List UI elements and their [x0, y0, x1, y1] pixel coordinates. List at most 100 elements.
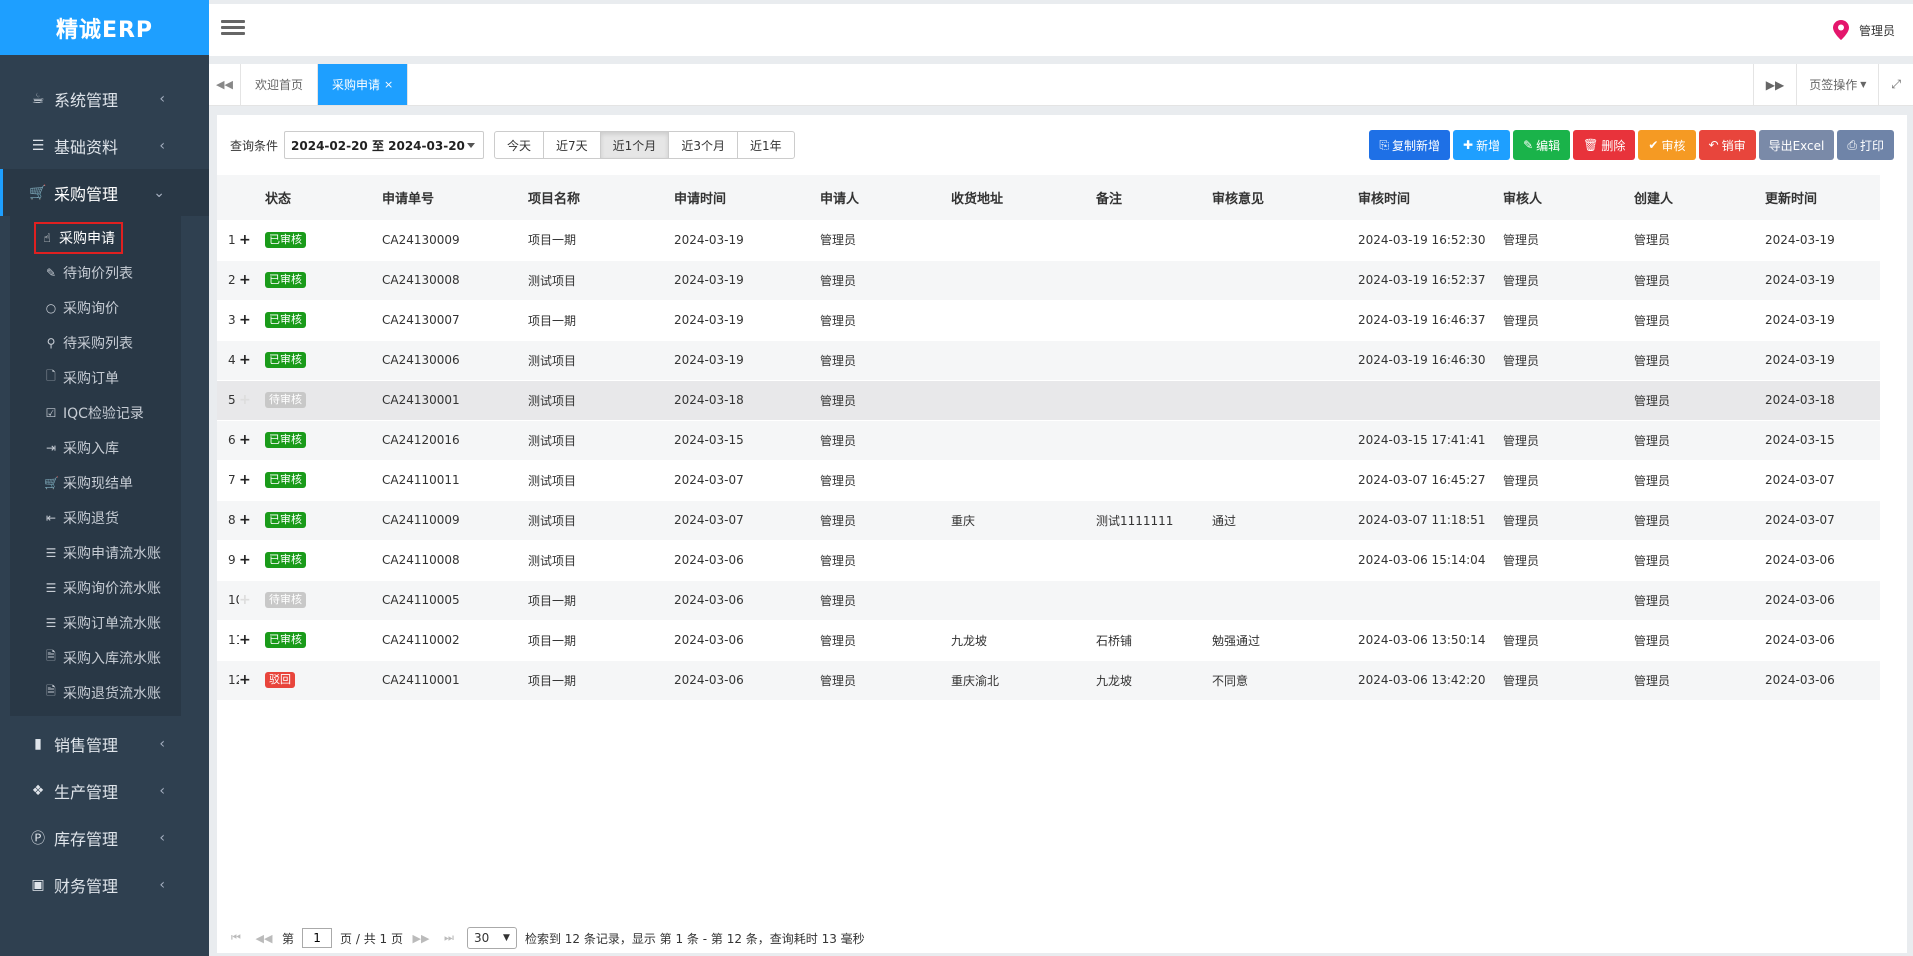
- menu-group-purchase[interactable]: 🛒 采购管理 ⌄: [0, 169, 209, 216]
- tab-purchase-request[interactable]: 采购申请 ×: [318, 64, 409, 105]
- column-header[interactable]: 申请人: [820, 175, 951, 220]
- sidebar-sub-item[interactable]: ☰ 采购询价流水账: [10, 570, 181, 605]
- quick-range-button[interactable]: 近1个月: [599, 131, 670, 159]
- chevron-down-icon: ⌄: [153, 184, 165, 201]
- quick-range-button[interactable]: 近3个月: [668, 131, 738, 159]
- expand-row-icon[interactable]: +: [239, 660, 265, 700]
- sidebar-sub-item[interactable]: ✎ 待询价列表: [10, 255, 181, 290]
- tab-welcome[interactable]: 欢迎首页: [241, 64, 319, 105]
- sidebar-sub-item[interactable]: ☝ 采购申请: [10, 220, 181, 255]
- quick-range-button[interactable]: 今天: [494, 131, 545, 159]
- cell-applicant: 管理员: [820, 433, 857, 448]
- sidebar-sub-item[interactable]: ⇤ 采购退货: [10, 500, 181, 535]
- prev-page-icon[interactable]: ◀◀: [254, 928, 274, 948]
- table-row[interactable]: 1 + 已审核 CA24130009 项目一期 2024-03-19 管理员 2024-03-…: [217, 220, 1880, 260]
- table-row[interactable]: 8 + 已审核 CA24110009 测试项目 2024-03-07 管理员 重庆 测试1111…: [217, 500, 1880, 540]
- action-button[interactable]: ↶ 销审: [1698, 130, 1756, 160]
- quick-range-button[interactable]: 近7天: [543, 131, 601, 159]
- row-number: 10: [228, 593, 239, 607]
- cell-id: CA24130007: [382, 313, 460, 327]
- sidebar-sub-item[interactable]: 🗎 采购入库流水账: [10, 640, 181, 675]
- table-row[interactable]: 9 + 已审核 CA24110008 测试项目 2024-03-06 管理员 2024-03-…: [217, 540, 1880, 580]
- date-range-picker[interactable]: 2024-02-20 至 2024-03-20: [284, 131, 485, 159]
- sidebar-sub-item[interactable]: 🛒 采购现结单: [10, 465, 181, 500]
- action-button[interactable]: ⎘ 复制新增: [1369, 130, 1451, 160]
- current-user[interactable]: 管理员: [1859, 22, 1895, 39]
- quick-range-button[interactable]: 近1年: [736, 131, 795, 159]
- table-row[interactable]: 3 + 已审核 CA24130007 项目一期 2024-03-19 管理员 2024-03-…: [217, 300, 1880, 340]
- column-header[interactable]: 状态: [265, 175, 382, 220]
- expand-row-icon[interactable]: +: [239, 460, 265, 500]
- column-header[interactable]: 申请单号: [382, 175, 528, 220]
- tab-ops-dropdown[interactable]: 页签操作 ▼: [1796, 64, 1878, 105]
- last-page-icon[interactable]: ⏭: [439, 928, 459, 948]
- menu-group-item[interactable]: ▮ 销售管理 ‹: [0, 720, 209, 767]
- cell-address: [951, 220, 1096, 260]
- fullscreen-icon[interactable]: ⤢: [1878, 64, 1913, 105]
- tab-scroll-right-icon[interactable]: ▶▶: [1752, 64, 1796, 105]
- column-header[interactable]: 备注: [1096, 175, 1212, 220]
- page-number-input[interactable]: [302, 928, 333, 948]
- action-button[interactable]: ✔ 审核: [1638, 130, 1696, 160]
- table-row[interactable]: 4 + 已审核 CA24130006 测试项目 2024-03-19 管理员 2024-03-…: [217, 340, 1880, 380]
- action-button[interactable]: 导出Excel: [1758, 130, 1835, 160]
- column-header[interactable]: 项目名称: [528, 175, 674, 220]
- menu-group-label: 系统管理: [54, 90, 119, 110]
- sidebar-sub-item[interactable]: 🗋 采购订单: [10, 360, 181, 395]
- column-header[interactable]: 审核意见: [1212, 175, 1358, 220]
- first-page-icon[interactable]: ⏮: [226, 928, 246, 948]
- expand-row-icon[interactable]: +: [239, 620, 265, 660]
- table-row[interactable]: 7 + 已审核 CA24110011 测试项目 2024-03-07 管理员 2024-03-…: [217, 460, 1880, 500]
- column-header[interactable]: 创建人: [1634, 175, 1765, 220]
- page-size-select[interactable]: 30 ▼: [466, 927, 517, 949]
- next-page-icon[interactable]: ▶▶: [411, 928, 431, 948]
- row-number: 5: [228, 393, 236, 407]
- cell-id: CA24130006: [382, 353, 460, 367]
- menu-group-item[interactable]: ☰ 基础资料 ‹: [0, 122, 209, 169]
- cell-id: CA24110011: [382, 473, 460, 487]
- expand-row-icon[interactable]: +: [239, 580, 265, 620]
- menu-group-item[interactable]: ▣ 财务管理 ‹: [0, 861, 209, 908]
- action-button[interactable]: ⎙ 打印: [1837, 130, 1894, 160]
- status-cell: 已审核: [265, 500, 382, 540]
- column-header[interactable]: 申请时间: [674, 175, 820, 220]
- tab-scroll-left-icon[interactable]: ◀◀: [209, 64, 241, 105]
- table-row[interactable]: 11+已审核 CA24110002 项目一期 2024-03-06 管理员 九龙坡 石桥铺 勉…: [217, 620, 1880, 660]
- table-row[interactable]: 2 + 已审核 CA24130008 测试项目 2024-03-19 管理员 2024-03-…: [217, 260, 1880, 300]
- sidebar-sub-item[interactable]: ⇥ 采购入库: [10, 430, 181, 465]
- expand-row-icon[interactable]: +: [239, 300, 265, 340]
- table-row[interactable]: 12+驳回 CA24110001 项目一期 2024-03-06 管理员 重庆渝北 九龙坡 不…: [217, 660, 1880, 700]
- cell-auditor: [1503, 380, 1634, 420]
- sidebar-sub-item[interactable]: ⚲ 待采购列表: [10, 325, 181, 360]
- expand-row-icon[interactable]: +: [239, 260, 265, 300]
- table-row[interactable]: 5 + 待审核 CA24130001 测试项目 2024-03-18 管理员 管理员 2024-…: [217, 380, 1880, 420]
- sidebar-sub-item[interactable]: ○ 采购询价: [10, 290, 181, 325]
- sidebar-sub-item[interactable]: 🗎 采购退货流水账: [10, 675, 181, 710]
- table-row[interactable]: 10+待审核 CA24110005 项目一期 2024-03-06 管理员 管理员 2024…: [217, 580, 1880, 620]
- tab-close-icon[interactable]: ×: [384, 78, 393, 91]
- expand-row-icon[interactable]: +: [239, 420, 265, 460]
- menu-toggle-icon[interactable]: [221, 17, 245, 41]
- action-button[interactable]: 🗑 删除: [1573, 130, 1636, 160]
- action-button[interactable]: ✚ 新增: [1453, 130, 1511, 160]
- cell-updated: 2024-03-07: [1765, 473, 1835, 487]
- sidebar-sub-item[interactable]: ☑ IQC检验记录: [10, 395, 181, 430]
- column-header[interactable]: 审核时间: [1358, 175, 1503, 220]
- table-row[interactable]: 6 + 已审核 CA24120016 测试项目 2024-03-15 管理员 2024-03-…: [217, 420, 1880, 460]
- menu-group-item[interactable]: Ⓟ 库存管理 ‹: [0, 814, 209, 861]
- expand-row-icon[interactable]: +: [239, 220, 265, 260]
- sidebar-sub-item[interactable]: ☰ 采购申请流水账: [10, 535, 181, 570]
- menu-group-item[interactable]: ☕ 系统管理 ‹: [0, 75, 209, 122]
- expand-row-icon[interactable]: +: [239, 500, 265, 540]
- column-header[interactable]: 更新时间: [1765, 175, 1880, 220]
- action-button[interactable]: ✎ 编辑: [1513, 130, 1571, 160]
- column-header[interactable]: 审核人: [1503, 175, 1634, 220]
- sidebar-sub-item[interactable]: ☰ 采购订单流水账: [10, 605, 181, 640]
- expand-row-icon[interactable]: +: [239, 540, 265, 580]
- menu-group-item[interactable]: ❖ 生产管理 ‹: [0, 767, 209, 814]
- expand-row-icon[interactable]: +: [239, 380, 265, 420]
- column-header[interactable]: 收货地址: [951, 175, 1096, 220]
- list-icon: ☰: [45, 615, 57, 630]
- cell-date: 2024-03-19: [674, 353, 744, 367]
- expand-row-icon[interactable]: +: [239, 340, 265, 380]
